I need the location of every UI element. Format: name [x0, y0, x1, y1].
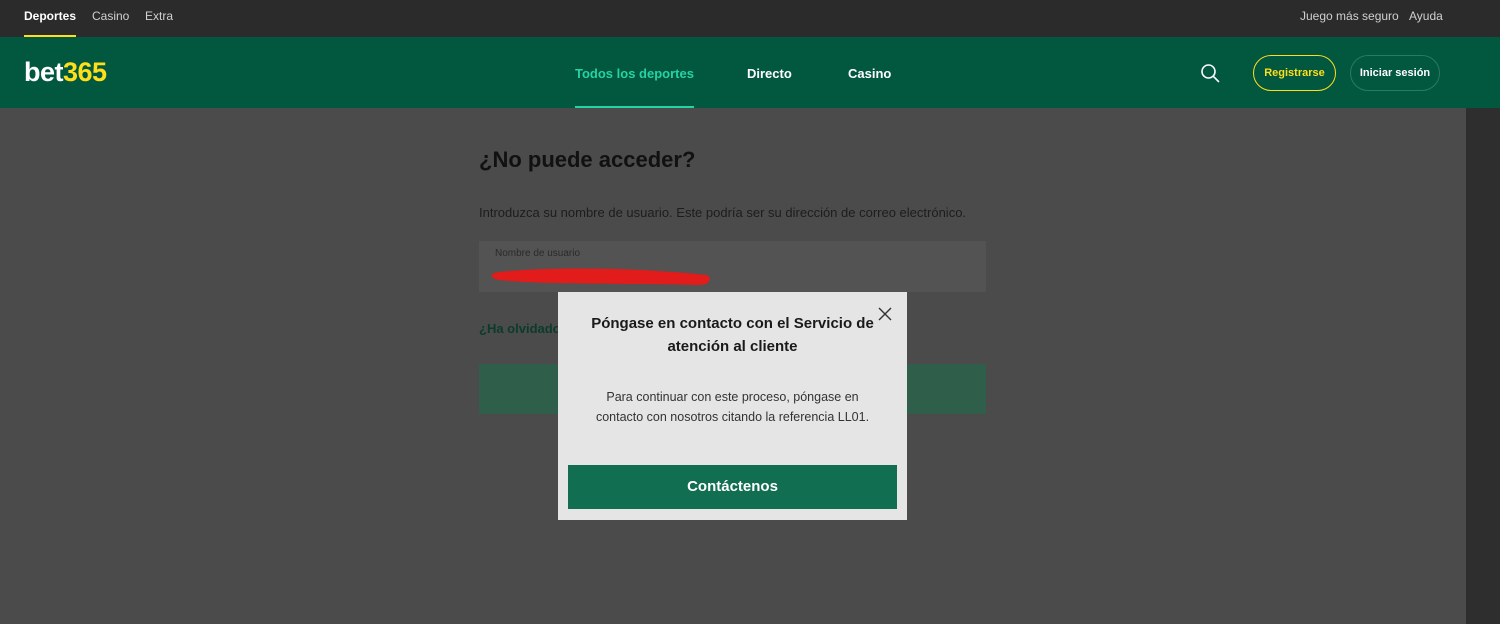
- redaction-scribble: [491, 268, 710, 285]
- modal-body-text: Para continuar con este proceso, póngase…: [595, 390, 870, 424]
- nav-casino[interactable]: Casino: [848, 37, 891, 108]
- contact-us-button[interactable]: Contáctenos: [568, 465, 897, 509]
- main-header: bet365 Todos los deportes Directo Casino…: [0, 37, 1500, 108]
- logo-part-365: 365: [63, 57, 107, 87]
- login-button[interactable]: Iniciar sesión: [1350, 55, 1440, 91]
- contact-support-modal: Póngase en contacto con el Servicio de a…: [558, 292, 907, 520]
- page-scrollbar[interactable]: [1466, 108, 1500, 624]
- nav-directo[interactable]: Directo: [747, 37, 792, 108]
- username-label: Nombre de usuario: [495, 248, 581, 259]
- logo-part-bet: bet: [24, 57, 64, 87]
- page-description: Introduzca su nombre de usuario. Este po…: [479, 205, 967, 220]
- topbar-link-safer-gambling[interactable]: Juego más seguro: [1300, 0, 1399, 37]
- topbar-link-extra[interactable]: Extra: [145, 0, 173, 37]
- page-title: ¿No puede acceder?: [479, 147, 696, 172]
- topbar-link-deportes[interactable]: Deportes: [24, 0, 77, 37]
- topbar-link-casino[interactable]: Casino: [92, 0, 129, 37]
- nav-todos-los-deportes[interactable]: Todos los deportes: [575, 37, 694, 108]
- forgot-username-link[interactable]: ¿Ha olvidado: [479, 321, 561, 336]
- username-field[interactable]: Nombre de usuario: [479, 241, 986, 292]
- topbar-link-help[interactable]: Ayuda: [1409, 0, 1443, 37]
- bet365-logo[interactable]: bet365: [24, 57, 107, 87]
- top-bar: Deportes Casino Extra Juego más seguro A…: [0, 0, 1500, 37]
- register-button[interactable]: Registrarse: [1253, 55, 1336, 91]
- modal-title: Póngase en contacto con el Servicio de a…: [591, 315, 874, 355]
- search-icon[interactable]: [1200, 63, 1220, 83]
